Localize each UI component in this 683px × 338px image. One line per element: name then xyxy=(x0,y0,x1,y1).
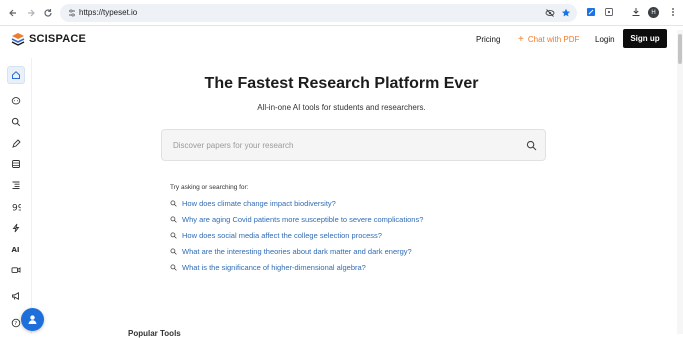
browser-menu-icon[interactable] xyxy=(667,6,679,18)
profile-avatar[interactable]: H xyxy=(648,7,659,18)
search-icon xyxy=(170,248,177,255)
video-icon xyxy=(11,267,21,273)
sidebar-item-write[interactable] xyxy=(7,135,25,153)
browser-toolbar: https://typeset.io H xyxy=(0,0,683,26)
sidebar-item-announcements[interactable] xyxy=(7,287,25,305)
sidebar-item-library[interactable] xyxy=(7,155,25,173)
back-icon[interactable] xyxy=(5,5,21,21)
chat-with-pdf-label: Chat with PDF xyxy=(527,35,580,44)
list-icon xyxy=(12,181,20,189)
eye-off-icon[interactable] xyxy=(544,7,556,19)
address-bar[interactable]: https://typeset.io xyxy=(60,4,577,22)
svg-text:?: ? xyxy=(14,321,17,327)
chat-with-pdf-link[interactable]: + Chat with PDF xyxy=(518,34,579,45)
search-icon xyxy=(170,232,177,239)
suggestion-item[interactable]: What are the interesting theories about … xyxy=(170,246,412,257)
suggestion-text: How does social media affect the college… xyxy=(182,230,382,240)
page-scrollbar[interactable] xyxy=(677,30,683,334)
account-fab[interactable] xyxy=(21,308,44,331)
login-link[interactable]: Login xyxy=(595,34,615,45)
search-icon xyxy=(170,216,177,223)
suggestion-item[interactable]: How does social media affect the college… xyxy=(170,230,382,241)
scispace-logo-icon xyxy=(11,33,25,46)
download-icon[interactable] xyxy=(630,6,642,18)
sidebar-item-citation[interactable]: 99 xyxy=(7,198,25,216)
scrollbar-thumb[interactable] xyxy=(678,34,682,64)
help-icon: ? xyxy=(11,318,21,328)
megaphone-icon xyxy=(12,292,19,300)
search-submit-icon[interactable] xyxy=(526,140,537,151)
sidebar-item-ai-detect[interactable]: AI xyxy=(7,240,25,258)
plus-icon: + xyxy=(518,33,524,45)
page-title: The Fastest Research Platform Ever xyxy=(204,75,479,92)
search-box[interactable]: Discover papers for your research xyxy=(161,129,546,161)
user-icon xyxy=(28,315,37,324)
suggestion-text: Why are aging Covid patients more suscep… xyxy=(182,214,424,224)
extension-icon-2[interactable] xyxy=(603,6,615,18)
quote-icon: 99 xyxy=(12,204,21,213)
signup-button[interactable]: Sign up xyxy=(623,29,667,48)
suggestion-text: How does climate change impact biodivers… xyxy=(182,198,336,208)
suggestion-text: What is the significance of higher-dimen… xyxy=(182,262,366,272)
forward-icon[interactable] xyxy=(23,5,39,21)
sidebar: 99 AI ? xyxy=(0,58,32,334)
site-info-icon[interactable] xyxy=(67,8,77,18)
search-icon xyxy=(170,200,177,207)
brand-logo[interactable]: SCISPACE xyxy=(11,32,86,46)
svg-text:AI: AI xyxy=(12,246,20,254)
lightning-icon xyxy=(12,223,20,233)
svg-text:99: 99 xyxy=(12,204,21,213)
layers-icon xyxy=(12,160,20,168)
sidebar-item-quick[interactable] xyxy=(7,219,25,237)
suggestions-label: Try asking or searching for: xyxy=(170,184,249,191)
suggestion-item[interactable]: Why are aging Covid patients more suscep… xyxy=(170,214,423,225)
search-input[interactable]: Discover papers for your research xyxy=(173,141,294,151)
sidebar-item-video[interactable] xyxy=(7,261,25,279)
search-icon xyxy=(11,117,21,127)
sidebar-item-search[interactable] xyxy=(7,113,25,131)
suggestion-item[interactable]: How does climate change impact biodivers… xyxy=(170,198,336,209)
brand-name: SCISPACE xyxy=(29,33,87,45)
url-text: https://typeset.io xyxy=(79,8,138,17)
search-icon xyxy=(170,264,177,271)
pricing-link[interactable]: Pricing xyxy=(476,34,500,45)
sidebar-item-list[interactable] xyxy=(7,176,25,194)
suggestion-text: What are the interesting theories about … xyxy=(182,246,412,256)
app-header: SCISPACE Pricing + Chat with PDF Login S… xyxy=(0,26,683,53)
extension-icon[interactable] xyxy=(585,6,597,18)
page-subtitle: All-in-one AI tools for students and res… xyxy=(257,103,426,112)
bookmark-star-icon[interactable] xyxy=(560,7,572,19)
ai-text-icon: AI xyxy=(12,246,20,254)
reload-icon[interactable] xyxy=(40,5,56,21)
suggestion-item[interactable]: What is the significance of higher-dimen… xyxy=(170,262,366,273)
pen-icon xyxy=(12,139,21,148)
